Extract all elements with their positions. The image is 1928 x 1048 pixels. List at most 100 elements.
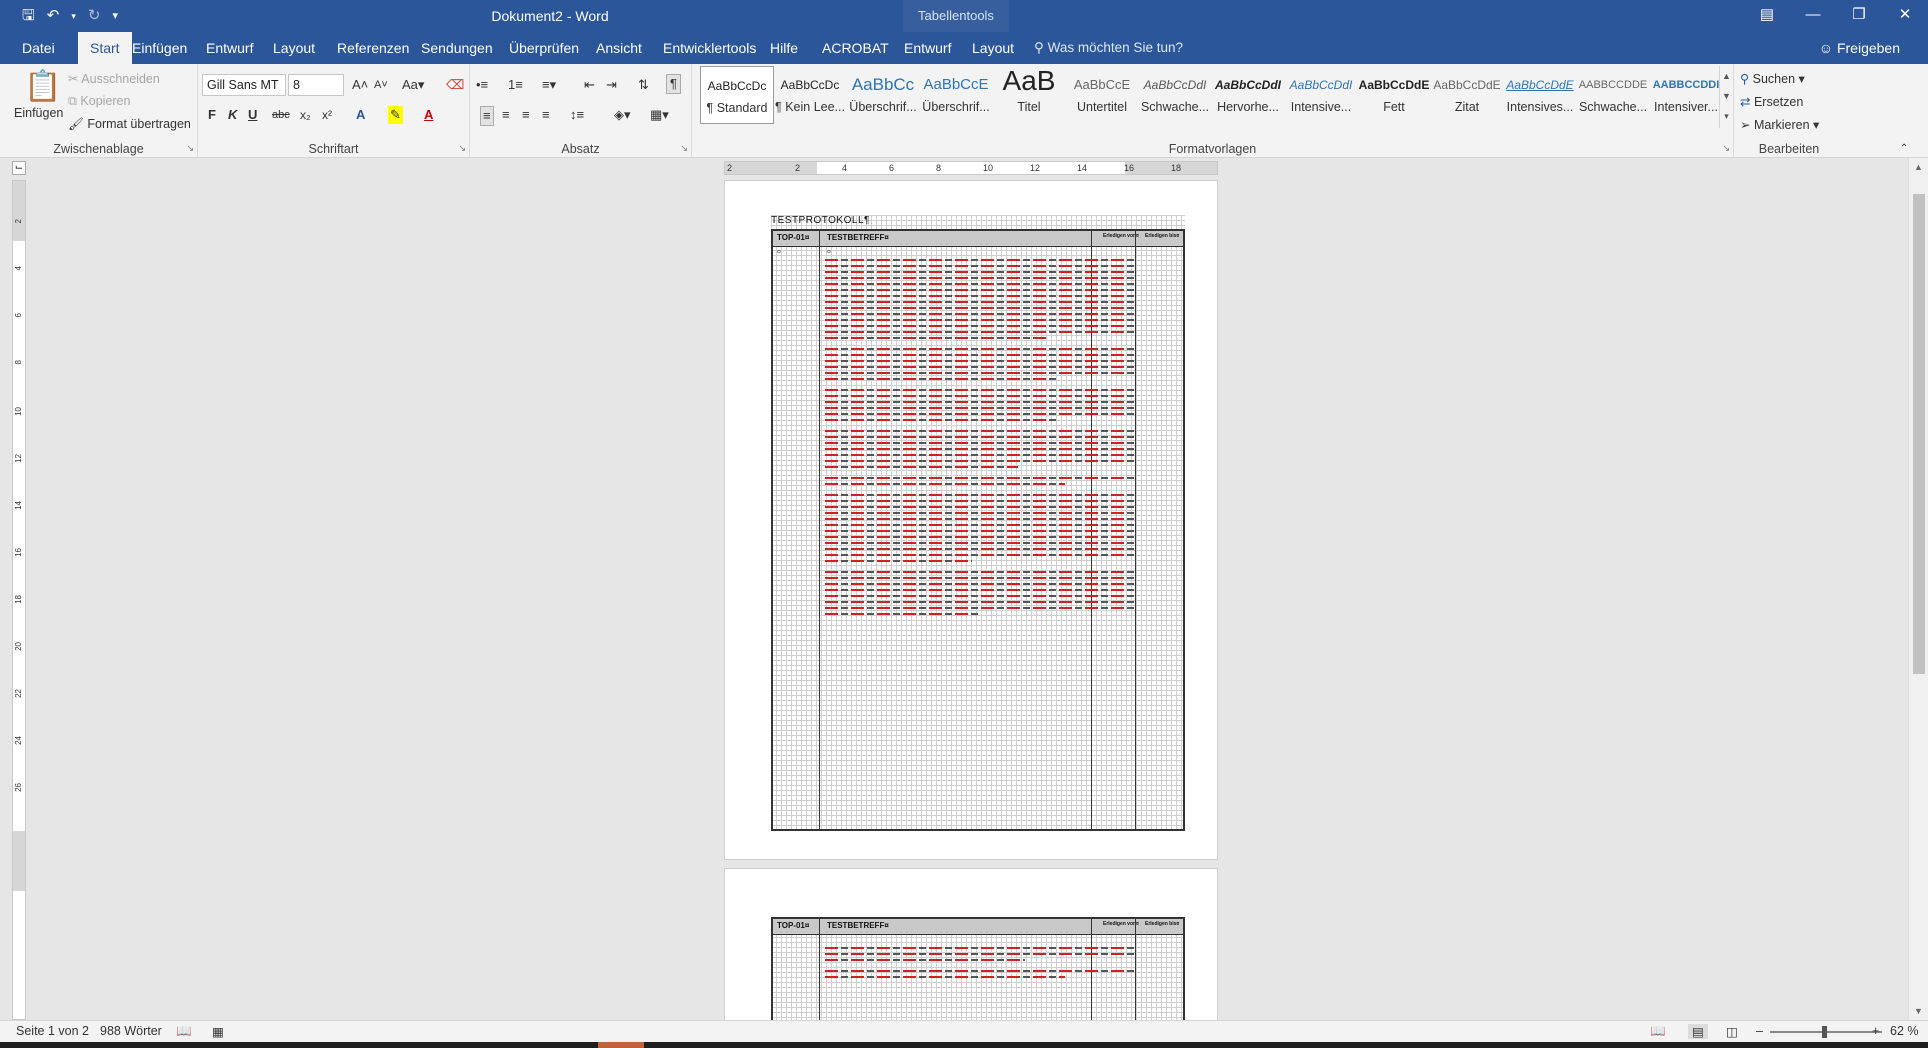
- scroll-down-icon[interactable]: ▼: [1914, 1006, 1923, 1016]
- borders-icon[interactable]: ▦▾: [650, 106, 669, 124]
- align-center-icon[interactable]: ≡: [502, 106, 510, 124]
- style-0[interactable]: AaBbCcDc ¶ Standard: [700, 66, 774, 124]
- paste-icon[interactable]: 📋: [24, 70, 61, 104]
- paste-button[interactable]: Einfügen: [14, 106, 63, 120]
- protocol-table[interactable]: TOP-01¤ TESTBETREFF¤ Erledigen von¤ Erle…: [771, 229, 1185, 831]
- subscript-icon[interactable]: x₂: [300, 106, 311, 124]
- tab-datei[interactable]: Datei: [22, 32, 55, 64]
- text-effects-icon[interactable]: A: [356, 106, 365, 124]
- protocol-table-continued[interactable]: TOP-01¤ TESTBETREFF¤ Erledigen von¤ Erle…: [771, 917, 1185, 1020]
- font-launcher-icon[interactable]: ↘: [458, 143, 466, 154]
- line-spacing-icon[interactable]: ↕≡: [570, 106, 584, 124]
- tab-ueberpruefen[interactable]: Überprüfen: [509, 32, 579, 64]
- page-2[interactable]: TOP-01¤ TESTBETREFF¤ Erledigen von¤ Erle…: [724, 868, 1218, 1020]
- sort-icon[interactable]: ⇅: [638, 76, 649, 94]
- cut-button[interactable]: ✂ Ausschneiden: [68, 71, 160, 86]
- scroll-up-icon[interactable]: ▲: [1914, 162, 1923, 172]
- align-left-icon[interactable]: ≡: [480, 106, 494, 126]
- style-4[interactable]: AaB Titel: [992, 66, 1066, 124]
- tab-hilfe[interactable]: Hilfe: [770, 32, 798, 64]
- styles-scroll[interactable]: ▲ ▼ ▾: [1719, 66, 1733, 128]
- word-count[interactable]: 988 Wörter: [100, 1024, 162, 1038]
- style-12[interactable]: AABBCCDDE Schwache...: [1576, 66, 1650, 124]
- style-9[interactable]: AaBbCcDdE Fett: [1357, 66, 1431, 124]
- web-layout-icon[interactable]: ◫: [1726, 1024, 1738, 1039]
- tab-acrobat[interactable]: ACROBAT: [822, 32, 889, 64]
- font-name-select[interactable]: Gill Sans MT: [202, 74, 286, 96]
- share-button[interactable]: ☺ Freigeben: [1819, 32, 1900, 64]
- style-11[interactable]: AaBbCcDdE Intensives...: [1503, 66, 1577, 124]
- betreff-text[interactable]: [825, 943, 1137, 1020]
- font-color-icon[interactable]: A: [424, 106, 433, 124]
- font-size-select[interactable]: 8: [288, 74, 344, 96]
- paragraph-launcher-icon[interactable]: ↘: [680, 143, 688, 154]
- tab-layout[interactable]: Layout: [273, 32, 315, 64]
- shading-icon[interactable]: ◈▾: [614, 106, 631, 124]
- document-workspace[interactable]: ⌙ 2 2 4 6 8 10 12 14 16 18 2 4 6 8 10 12 14 16 18 20 22 24 26…: [0, 158, 1908, 1020]
- collapse-ribbon-icon[interactable]: ⌃: [1900, 140, 1908, 158]
- close-icon[interactable]: ✕: [1882, 0, 1928, 32]
- bold-icon[interactable]: F: [208, 106, 216, 124]
- scrollbar-thumb[interactable]: [1913, 194, 1925, 674]
- tab-einfuegen[interactable]: Einfügen: [132, 32, 187, 64]
- horizontal-ruler[interactable]: 2 2 4 6 8 10 12 14 16 18: [724, 161, 1218, 175]
- change-case-icon[interactable]: Aa▾: [402, 76, 424, 94]
- zoom-slider[interactable]: [1770, 1026, 1882, 1038]
- style-2[interactable]: AaBbCc Überschrif...: [846, 66, 920, 124]
- zoom-slider-knob[interactable]: [1822, 1026, 1827, 1038]
- increase-indent-icon[interactable]: ⇥: [606, 76, 617, 94]
- proofing-icon[interactable]: 📖: [176, 1024, 192, 1039]
- find-button[interactable]: ⚲ Suchen ▾: [1740, 71, 1805, 86]
- minimize-icon[interactable]: —: [1790, 0, 1836, 32]
- style-13[interactable]: AABBCCDDI Intensiver...: [1649, 66, 1723, 124]
- tab-start[interactable]: Start: [78, 32, 132, 64]
- tell-me-search[interactable]: ⚲ Was möchten Sie tun?: [1034, 32, 1183, 64]
- zoom-out-icon[interactable]: –: [1756, 1024, 1763, 1038]
- grow-font-icon[interactable]: A˄: [352, 76, 368, 94]
- style-10[interactable]: AaBbCcDdE Zitat: [1430, 66, 1504, 124]
- strikethrough-icon[interactable]: abc: [272, 106, 290, 124]
- styles-launcher-icon[interactable]: ↘: [1722, 143, 1730, 154]
- align-right-icon[interactable]: ≡: [522, 106, 530, 124]
- macro-record-icon[interactable]: ▦: [212, 1024, 224, 1039]
- tab-table-entwurf[interactable]: Entwurf: [904, 32, 951, 64]
- italic-icon[interactable]: K: [228, 106, 237, 124]
- replace-button[interactable]: ⇄ Ersetzen: [1740, 94, 1803, 109]
- page-1[interactable]: TESTPROTOKOLL¶ TOP-01¤ TESTBETREFF¤ Erle…: [724, 180, 1218, 860]
- superscript-icon[interactable]: x²: [322, 106, 332, 124]
- format-painter-button[interactable]: 🖌 Format übertragen: [68, 117, 191, 132]
- read-mode-icon[interactable]: 📖: [1650, 1024, 1666, 1039]
- ribbon-display-options-icon[interactable]: ▤: [1744, 0, 1790, 32]
- clear-formatting-icon[interactable]: ⌫: [446, 76, 464, 94]
- shrink-font-icon[interactable]: A˅: [374, 76, 388, 94]
- copy-button[interactable]: ⧉ Kopieren: [68, 94, 130, 109]
- bullets-icon[interactable]: •≡: [476, 76, 488, 94]
- decrease-indent-icon[interactable]: ⇤: [584, 76, 595, 94]
- style-8[interactable]: AaBbCcDdI Intensive...: [1284, 66, 1358, 124]
- zoom-in-icon[interactable]: +: [1872, 1024, 1879, 1038]
- justify-icon[interactable]: ≡: [542, 106, 550, 124]
- style-1[interactable]: AaBbCcDc ¶ Kein Lee...: [773, 66, 847, 124]
- restore-icon[interactable]: ❐: [1836, 0, 1882, 32]
- multilevel-list-icon[interactable]: ≡▾: [542, 76, 556, 94]
- tab-entwurf[interactable]: Entwurf: [206, 32, 253, 64]
- select-button[interactable]: ➢ Markieren ▾: [1740, 117, 1819, 132]
- style-5[interactable]: AaBbCcE Untertitel: [1065, 66, 1139, 124]
- tab-table-layout[interactable]: Layout: [972, 32, 1014, 64]
- vertical-scrollbar[interactable]: ▲ ▼: [1908, 158, 1928, 1020]
- betreff-text[interactable]: [825, 255, 1137, 825]
- numbering-icon[interactable]: 1≡: [508, 76, 523, 94]
- tab-selector-icon[interactable]: ⌙: [12, 161, 26, 175]
- clipboard-launcher-icon[interactable]: ↘: [186, 143, 194, 154]
- style-7[interactable]: AaBbCcDdI Hervorhe...: [1211, 66, 1285, 124]
- page-indicator[interactable]: Seite 1 von 2: [16, 1024, 89, 1038]
- highlight-icon[interactable]: ✎: [388, 106, 403, 124]
- style-3[interactable]: AaBbCcE Überschrif...: [919, 66, 993, 124]
- tab-sendungen[interactable]: Sendungen: [421, 32, 493, 64]
- vertical-ruler[interactable]: 2 4 6 8 10 12 14 16 18 20 22 24 26: [12, 180, 26, 1020]
- style-6[interactable]: AaBbCcDdI Schwache...: [1138, 66, 1212, 124]
- tab-ansicht[interactable]: Ansicht: [596, 32, 642, 64]
- tab-referenzen[interactable]: Referenzen: [337, 32, 409, 64]
- taskbar-active-app[interactable]: [598, 1042, 644, 1048]
- print-layout-icon[interactable]: ▤: [1688, 1024, 1708, 1039]
